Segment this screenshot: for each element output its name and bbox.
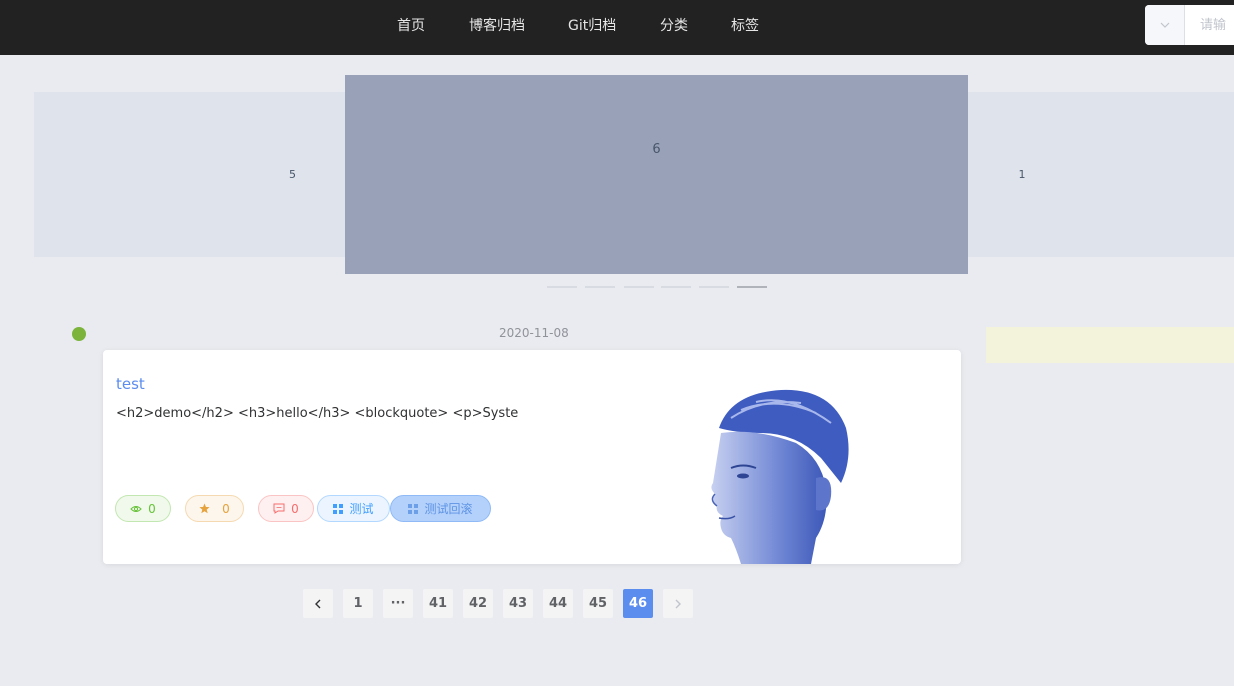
post-card: test <h2>demo</h2> <h3>hello</h3> <block… [103, 350, 961, 564]
carousel-indicator-active[interactable] [737, 286, 767, 288]
stars-count: 0 [222, 501, 230, 516]
nav-tags[interactable]: 标签 [731, 15, 759, 35]
next-page-button[interactable] [663, 589, 693, 618]
carousel-indicator[interactable] [585, 286, 615, 288]
top-navbar: 首页 博客归档 Git归档 分类 标签 [0, 0, 1234, 55]
category-label: 测试 [349, 502, 374, 516]
stars-badge[interactable]: 0 [185, 495, 244, 522]
search-input[interactable] [1185, 5, 1234, 45]
post-title[interactable]: test [116, 375, 145, 393]
category-icon [333, 503, 344, 514]
category-label: 测试回滚 [424, 502, 473, 516]
comments-badge[interactable]: 0 [258, 495, 314, 522]
post-cover-image[interactable] [701, 388, 861, 564]
category-icon [408, 503, 419, 514]
carousel-indicator[interactable] [547, 286, 577, 288]
comment-icon [273, 503, 285, 514]
page-button[interactable]: 44 [543, 589, 573, 618]
star-icon [199, 503, 210, 514]
page-button[interactable]: 42 [463, 589, 493, 618]
slide-label: 6 [652, 142, 661, 157]
search-type-select[interactable] [1145, 5, 1185, 45]
nav-git-archive[interactable]: Git归档 [568, 15, 616, 35]
nav-home[interactable]: 首页 [397, 15, 425, 35]
carousel-slide-active[interactable]: 6 [345, 75, 968, 274]
prev-page-button[interactable] [303, 589, 333, 618]
page-button-current[interactable]: 46 [623, 589, 653, 618]
page-ellipsis[interactable]: ··· [383, 589, 413, 618]
carousel-indicator[interactable] [661, 286, 691, 288]
page-button[interactable]: 43 [503, 589, 533, 618]
slide-label: 5 [289, 168, 296, 181]
chevron-down-icon [1160, 22, 1169, 28]
nav-blog-archive[interactable]: 博客归档 [469, 15, 525, 35]
category-tag-hovered[interactable]: 测试回滚 [390, 495, 491, 522]
eye-icon [130, 505, 142, 512]
page-button[interactable]: 45 [583, 589, 613, 618]
timeline-dot [72, 327, 86, 341]
carousel-indicator[interactable] [699, 286, 729, 288]
post-excerpt: <h2>demo</h2> <h3>hello</h3> <blockquote… [116, 406, 519, 421]
post-date: 2020-11-08 [499, 326, 569, 340]
category-tag[interactable]: 测试 [317, 495, 390, 522]
search-box [1145, 5, 1234, 45]
comments-count: 0 [291, 501, 299, 516]
sidebar-widget [986, 327, 1234, 363]
carousel-indicator[interactable] [624, 286, 654, 288]
chevron-right-icon [675, 599, 681, 608]
page-button[interactable]: 1 [343, 589, 373, 618]
views-badge[interactable]: 0 [115, 495, 171, 522]
views-count: 0 [148, 501, 156, 516]
nav-categories[interactable]: 分类 [660, 15, 688, 35]
page-button[interactable]: 41 [423, 589, 453, 618]
slide-label: 1 [1018, 168, 1026, 181]
chevron-left-icon [315, 599, 321, 608]
